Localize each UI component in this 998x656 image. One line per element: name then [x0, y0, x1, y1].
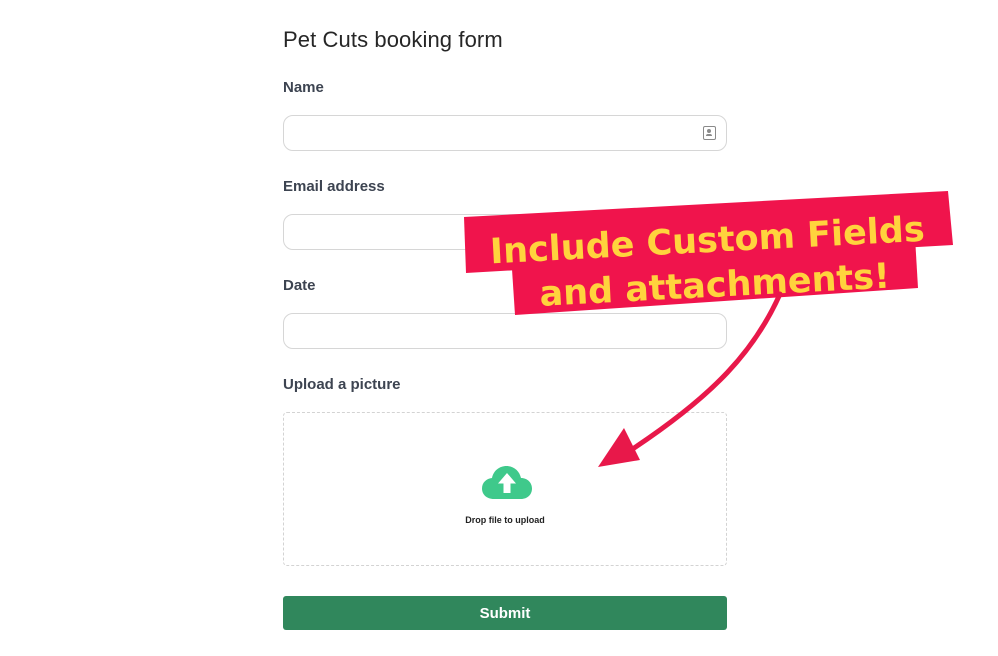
form-title: Pet Cuts booking form: [283, 27, 503, 52]
submit-button[interactable]: Submit: [283, 596, 727, 630]
name-input[interactable]: [283, 115, 727, 151]
name-label: Name: [283, 79, 324, 96]
email-label: Email address: [283, 178, 385, 195]
date-label: Date: [283, 277, 316, 294]
promo-arrow: [598, 291, 783, 467]
dropzone-text: Drop file to upload: [465, 515, 545, 525]
cloud-upload-icon: [482, 466, 532, 499]
upload-label: Upload a picture: [283, 376, 401, 393]
contact-card-icon[interactable]: [703, 126, 716, 140]
